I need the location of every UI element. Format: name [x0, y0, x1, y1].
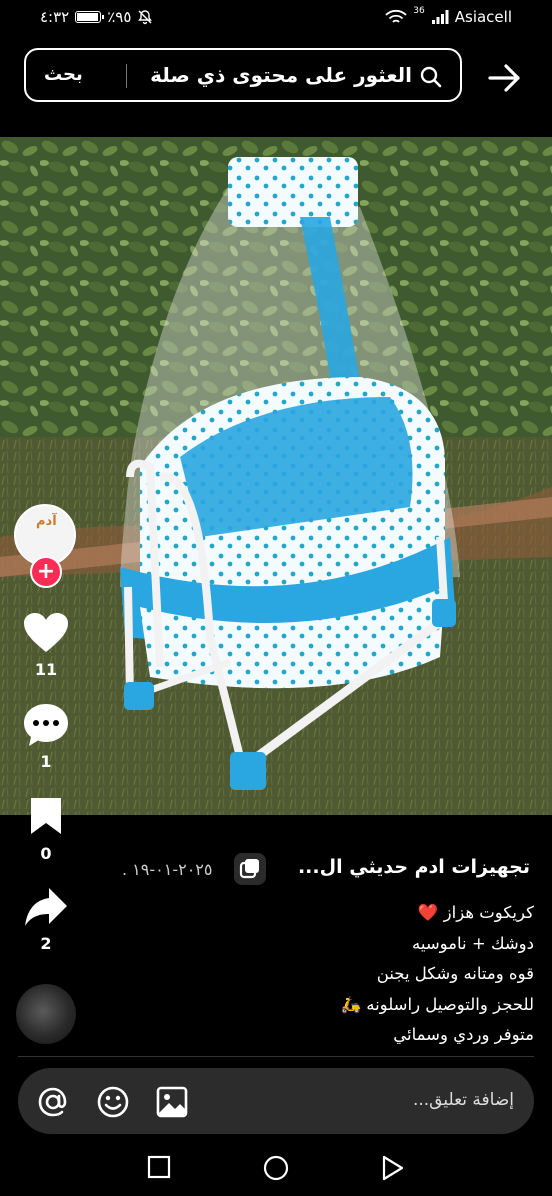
- music-disc[interactable]: [16, 984, 76, 1044]
- home-circle-icon[interactable]: [262, 1154, 290, 1182]
- network-type: 36: [413, 6, 425, 16]
- comment-button[interactable]: [0, 702, 92, 752]
- comment-bar[interactable]: إضافة تعليق...: [18, 1068, 534, 1134]
- comment-bubble-icon: [24, 704, 68, 746]
- share-button[interactable]: [0, 886, 92, 932]
- wifi-icon: [385, 9, 407, 23]
- signal-icon: [431, 10, 449, 24]
- carrier-name: Asiacell: [454, 8, 512, 26]
- description-line: للحجز والتوصيل راسلونه 🛵: [340, 994, 534, 1014]
- status-bar: ٤:٣٢ ٪٩٥ 36 Asiacell: [0, 0, 552, 36]
- description-line: قوه ومتانه وشكل يجنن: [376, 964, 534, 983]
- post-title[interactable]: تجهيزات ادم حديثي ال...: [298, 856, 530, 878]
- copy-icon: [239, 859, 259, 879]
- like-button[interactable]: [0, 612, 92, 658]
- heart-icon: [24, 613, 68, 652]
- status-right: 36 Asiacell: [385, 6, 512, 26]
- search-divider: [126, 64, 127, 88]
- search-input[interactable]: العثور على محتوى ذي صلة: [150, 63, 412, 87]
- comment-count: 1: [40, 752, 52, 771]
- emoji-icon[interactable]: [96, 1085, 130, 1119]
- battery-percent: ٪٩٥: [107, 8, 132, 26]
- mute-bell-icon: [138, 10, 153, 25]
- back-arrow-icon[interactable]: [486, 60, 522, 96]
- image-icon[interactable]: [155, 1085, 189, 1119]
- follow-button[interactable]: +: [30, 556, 62, 588]
- description-line: كريكوت هزاز ❤️: [417, 903, 534, 922]
- system-nav-bar: [0, 1140, 552, 1196]
- bookmark-icon: [31, 798, 61, 834]
- status-left: ٤:٣٢ ٪٩٥: [40, 8, 153, 26]
- share-arrow-icon: [25, 888, 67, 926]
- divider: [18, 1056, 534, 1057]
- back-triangle-icon[interactable]: [380, 1154, 406, 1182]
- save-button[interactable]: [0, 796, 92, 840]
- search-bar[interactable]: بحث العثور على محتوى ذي صلة: [24, 48, 462, 102]
- search-button[interactable]: بحث: [44, 64, 83, 85]
- mention-icon[interactable]: [36, 1085, 70, 1119]
- clock: ٤:٣٢: [40, 8, 70, 26]
- battery-fill: [77, 13, 99, 21]
- like-count: 11: [34, 660, 58, 679]
- recents-square-icon[interactable]: [147, 1155, 171, 1179]
- description-line: دوشك + ناموسيه: [412, 933, 534, 953]
- post-date: ٢٠٢٥-٠١-١٩ .: [122, 860, 213, 879]
- search-icon: [420, 66, 442, 88]
- post-description: كريكوت هزاز ❤️ دوشك + ناموسيه قوه ومتانه…: [114, 898, 534, 1051]
- description-line: متوفر وردي وسمائي: [393, 1025, 534, 1044]
- comment-input[interactable]: إضافة تعليق...: [413, 1090, 514, 1110]
- copy-icon-wrap[interactable]: [234, 853, 266, 885]
- save-count: 0: [40, 844, 52, 863]
- avatar-text: آدم: [36, 514, 57, 529]
- share-count: 2: [40, 934, 52, 953]
- battery-icon: [75, 11, 105, 23]
